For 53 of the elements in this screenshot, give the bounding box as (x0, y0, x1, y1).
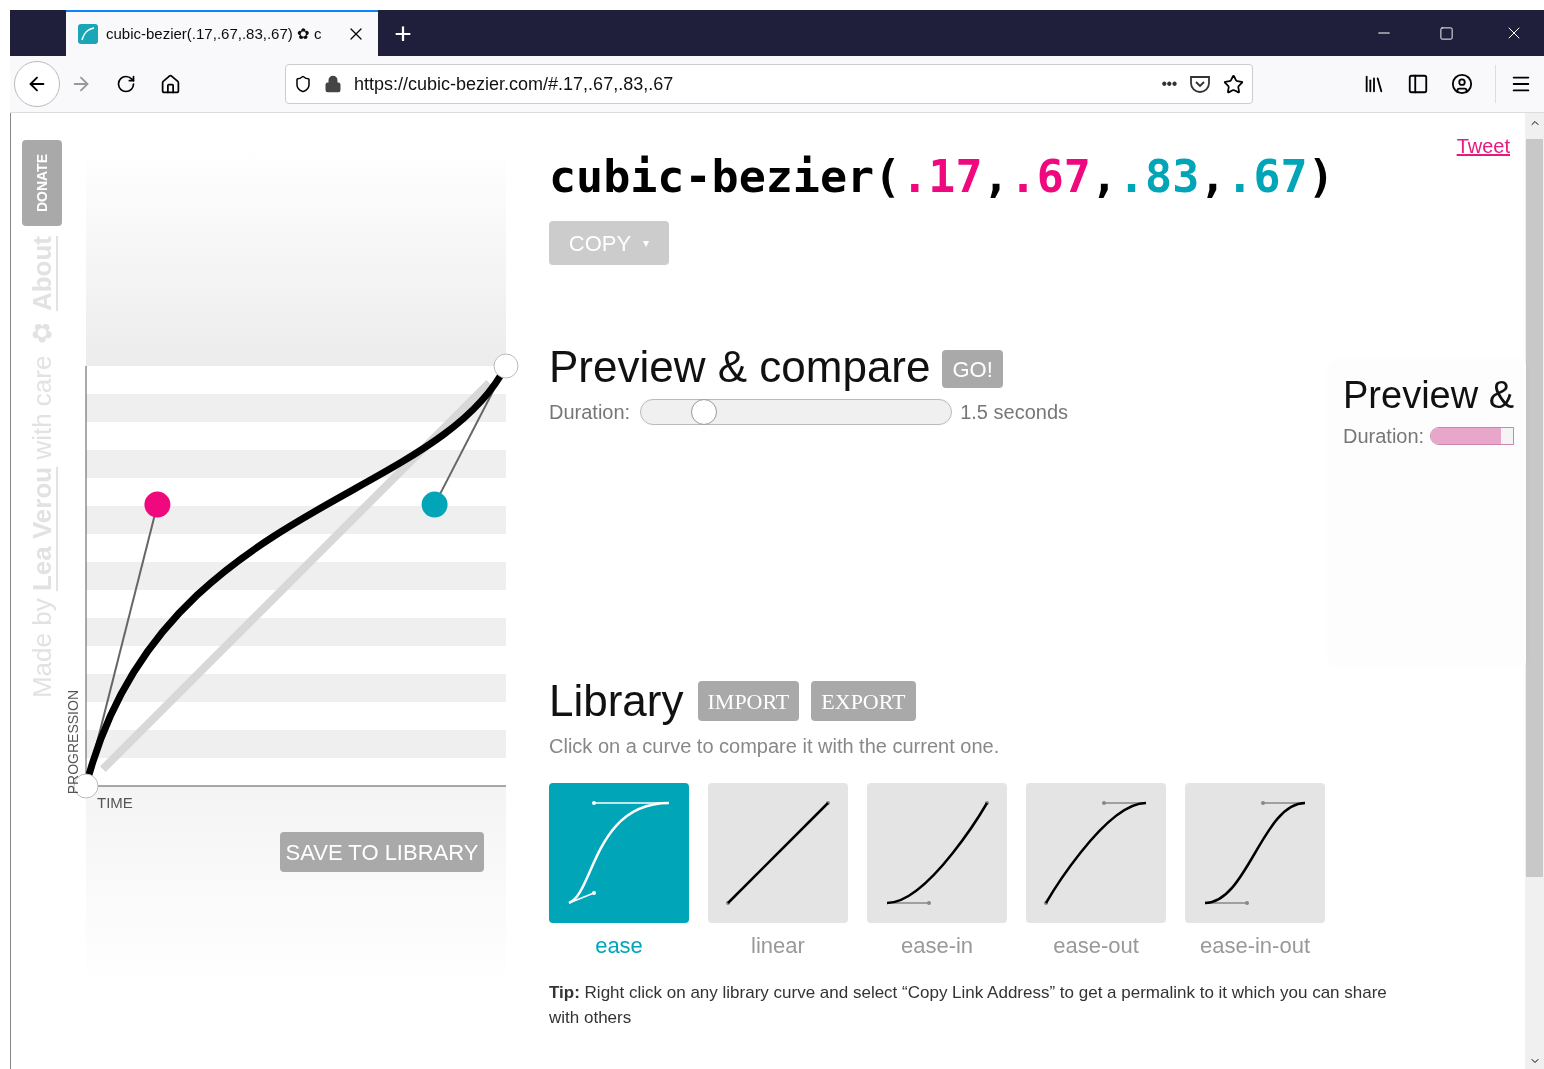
library-curve-card[interactable] (867, 783, 1007, 923)
url-text: https://cubic-bezier.com/#.17,.67,.83,.67 (354, 72, 675, 96)
tip-text: Tip: Right click on any library curve and select “Copy Link Address” to get a permalink to it which you can share with others (549, 982, 1388, 1029)
pane-heading: Preview & (1343, 373, 1516, 418)
back-button[interactable] (14, 61, 60, 107)
reload-icon[interactable] (116, 74, 136, 94)
slider-thumb[interactable] (690, 399, 717, 425)
scrollbar[interactable] (1525, 113, 1544, 1069)
end-point (493, 353, 519, 379)
axis-label: TIME (97, 793, 133, 813)
curve-label: ease-out (1053, 932, 1139, 960)
control-handle[interactable] (144, 491, 171, 518)
maximize-icon[interactable] (1439, 26, 1454, 41)
control-handle[interactable] (421, 491, 448, 518)
duration-label: Duration: (1343, 424, 1425, 449)
donate-button[interactable]: DONATE (22, 140, 62, 226)
library-curve-card[interactable] (1185, 783, 1325, 923)
library-curve-card[interactable] (549, 783, 689, 923)
tab-title: cubic-bezier(.17,.67,.83,.67) ✿ c (106, 23, 323, 44)
scrollbar-thumb[interactable] (1526, 139, 1543, 877)
axis-label: PROGRESSION (64, 690, 82, 795)
lock-icon (324, 75, 342, 93)
account-icon[interactable] (1451, 73, 1473, 95)
library-button[interactable]: IMPORT (697, 681, 800, 721)
tweet-link[interactable]: Tweet (1456, 131, 1510, 161)
duration-label: Duration: (549, 400, 631, 425)
home-icon[interactable] (160, 73, 181, 95)
sidebar-icon[interactable] (1407, 73, 1429, 95)
library-icon[interactable] (1363, 73, 1385, 95)
section-heading: Preview & compare (549, 341, 931, 393)
section-heading: Library (549, 675, 684, 727)
page-actions-button[interactable]: ••• (1161, 72, 1177, 96)
library-curve-card[interactable] (1026, 783, 1166, 923)
library-button[interactable]: EXPORT (811, 681, 916, 721)
curve-label: ease-in-out (1199, 932, 1311, 960)
library-curve-card[interactable] (708, 783, 848, 923)
go-button[interactable]: GO! (942, 350, 1003, 388)
save-to-library-button[interactable]: SAVE TO LIBRARY (280, 832, 484, 872)
duration-reading: 1.5 seconds (960, 400, 1068, 425)
duration-slider[interactable] (640, 399, 953, 425)
browser-tab[interactable]: cubic-bezier(.17,.67,.83,.67) ✿ c (66, 10, 378, 56)
curve-label: ease-in (900, 932, 974, 960)
star-icon[interactable] (1223, 73, 1244, 95)
curve-label: linear (751, 932, 805, 960)
curve-label: ease (595, 932, 643, 960)
pocket-icon[interactable] (1189, 74, 1211, 94)
bezier-title: cubic-bezier(.17,.67,.83,.67) (549, 149, 1336, 205)
duration-slider[interactable] (1430, 427, 1515, 445)
curve-icon (78, 24, 98, 44)
shield-icon (294, 75, 312, 93)
library-hint: Click on a curve to compare it with the current one. (549, 734, 1001, 759)
new-tab-button[interactable]: + (378, 10, 428, 56)
address-bar[interactable]: https://cubic-bezier.com/#.17,.67,.83,.67 ••• (285, 64, 1253, 104)
